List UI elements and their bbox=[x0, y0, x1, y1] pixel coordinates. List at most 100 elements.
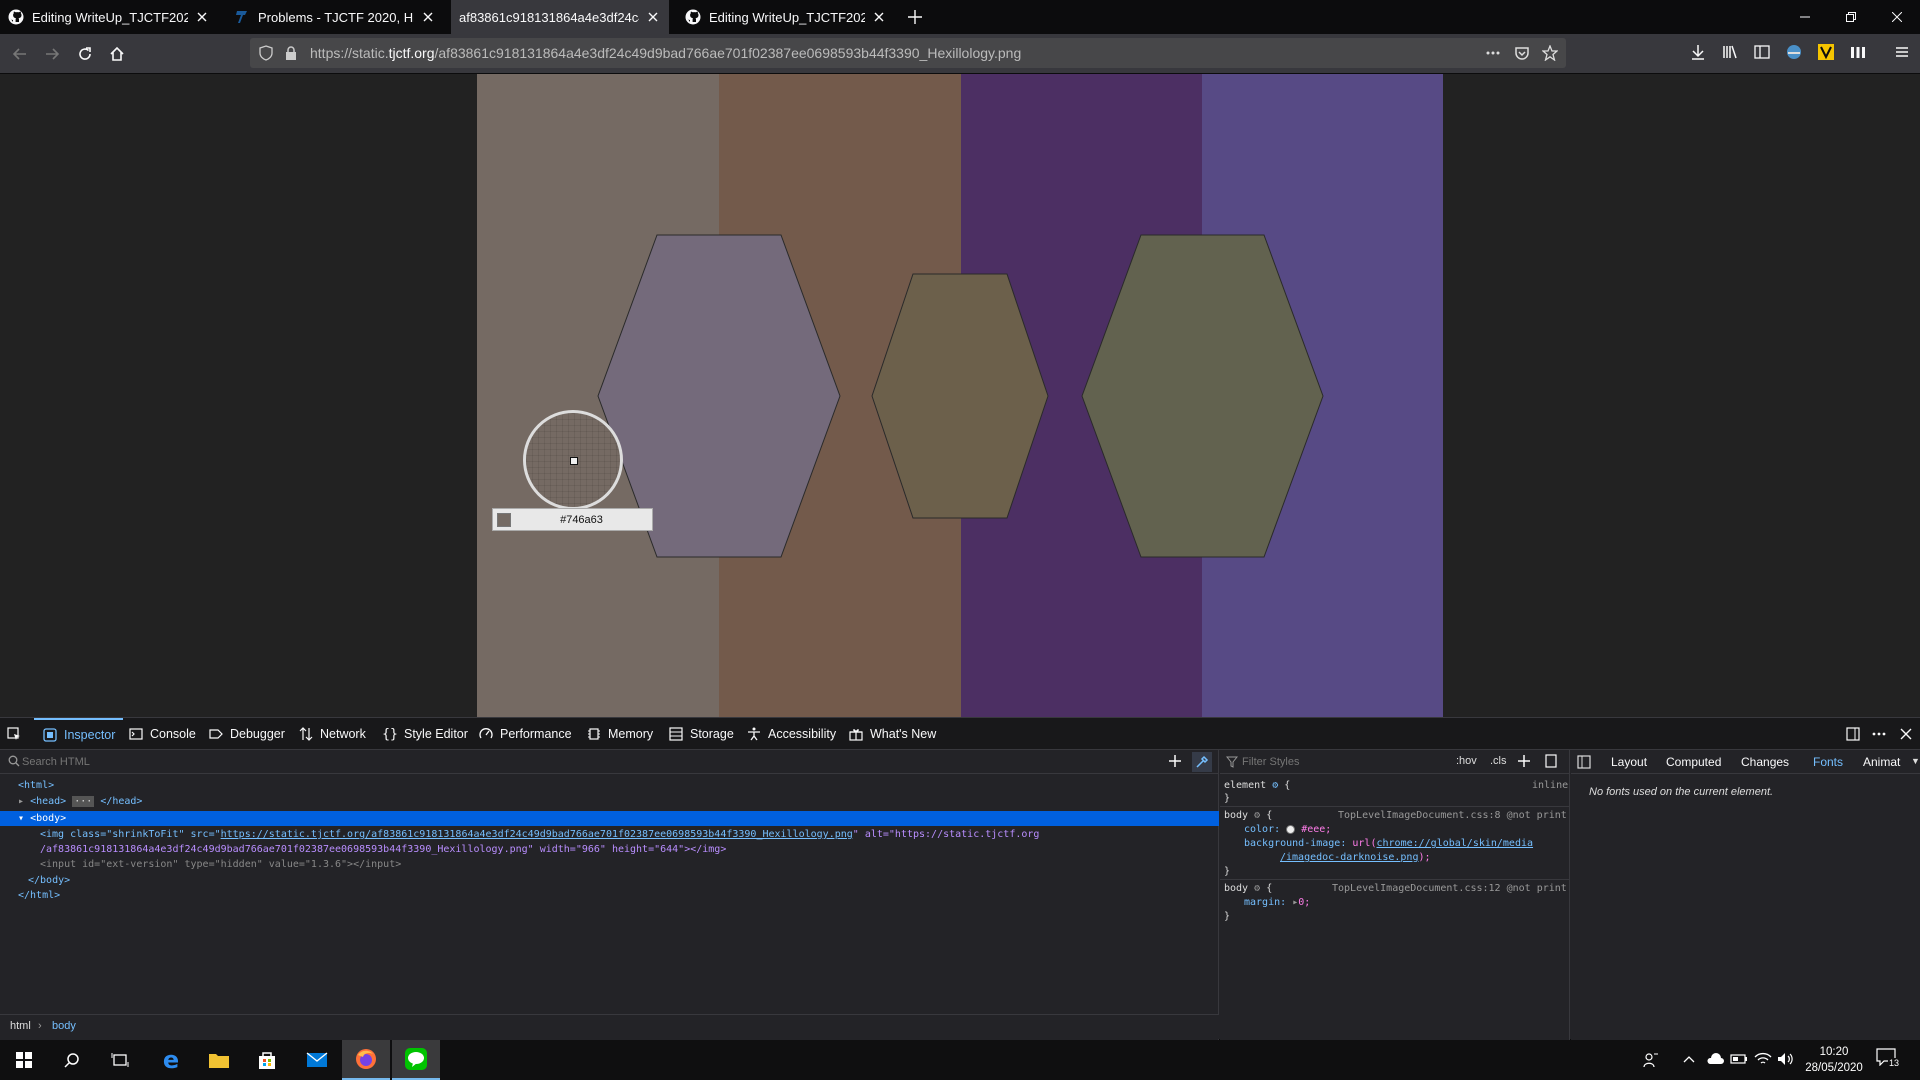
rule-source[interactable]: TopLevelImageDocument.css:8 @not print bbox=[1338, 810, 1567, 821]
hamburger-menu-icon[interactable] bbox=[1894, 44, 1910, 60]
breadcrumb-html[interactable]: html bbox=[10, 1020, 31, 1032]
tab-debugger[interactable]: Debugger bbox=[208, 718, 285, 750]
tab-whats-new[interactable]: What's New bbox=[848, 718, 936, 750]
action-center-button[interactable]: 13 bbox=[1876, 1048, 1902, 1072]
markup-line-img[interactable]: <img class="shrinkToFit" src="https://st… bbox=[40, 829, 1039, 840]
markup-line-input[interactable]: <input id="ext-version" type="hidden" va… bbox=[40, 859, 401, 870]
close-icon[interactable] bbox=[194, 9, 210, 25]
reload-button[interactable] bbox=[71, 40, 99, 68]
onedrive-cloud-icon[interactable] bbox=[1706, 1052, 1724, 1066]
tab-style-editor[interactable]: {} Style Editor bbox=[382, 718, 468, 750]
tab-computed[interactable]: Computed bbox=[1666, 755, 1721, 769]
sidebar-icon[interactable] bbox=[1754, 44, 1770, 60]
rule-body-1[interactable]: body ⚙ { bbox=[1224, 810, 1272, 821]
dock-toggle-icon[interactable] bbox=[1846, 718, 1860, 750]
color-swatch[interactable] bbox=[1286, 824, 1296, 834]
tab-memory[interactable]: Memory bbox=[586, 718, 653, 750]
close-window-button[interactable] bbox=[1874, 0, 1920, 34]
tab-animations[interactable]: Animat bbox=[1863, 755, 1900, 769]
tab-accessibility[interactable]: Accessibility bbox=[746, 718, 836, 750]
start-button[interactable] bbox=[0, 1040, 48, 1080]
chevron-up-icon[interactable] bbox=[1682, 1052, 1696, 1066]
rule-source[interactable]: TopLevelImageDocument.css:12 @not print bbox=[1332, 883, 1567, 894]
tab-image-active[interactable]: af83861c918131864a4e3df24c49d9b bbox=[451, 0, 669, 34]
mail-app[interactable] bbox=[293, 1040, 341, 1080]
url-link[interactable]: chrome://global/skin/media bbox=[1376, 838, 1533, 849]
minimize-button[interactable] bbox=[1782, 0, 1828, 34]
tab-performance[interactable]: Performance bbox=[478, 718, 572, 750]
eyedropper-magnifier[interactable] bbox=[523, 410, 623, 510]
add-node-button[interactable] bbox=[1167, 753, 1183, 769]
markup-line-body-selected[interactable]: ▾ <body> bbox=[0, 811, 1219, 826]
close-icon[interactable] bbox=[871, 9, 887, 25]
page-actions-icon[interactable] bbox=[1485, 45, 1501, 61]
chevron-down-icon[interactable]: ▼ bbox=[1911, 756, 1920, 766]
search-html-input[interactable] bbox=[22, 753, 1122, 771]
store-app[interactable] bbox=[243, 1040, 291, 1080]
task-view-button[interactable] bbox=[96, 1040, 144, 1080]
wifi-icon[interactable] bbox=[1754, 1052, 1772, 1066]
hov-toggle[interactable]: :hov bbox=[1456, 755, 1477, 767]
markup-line-html-end[interactable]: </html> bbox=[18, 890, 60, 901]
downloads-icon[interactable] bbox=[1690, 44, 1706, 60]
back-button[interactable] bbox=[6, 40, 34, 68]
restore-button[interactable] bbox=[1828, 0, 1874, 34]
tab-console[interactable]: Console bbox=[128, 718, 196, 750]
expand-arrow-icon[interactable]: ▸ bbox=[18, 796, 24, 807]
url-text[interactable]: https://static.tjctf.org/af83861c9181318… bbox=[310, 45, 1021, 61]
rule-body-2[interactable]: body ⚙ { bbox=[1224, 883, 1272, 894]
lock-icon[interactable] bbox=[284, 45, 298, 61]
breadcrumb-body[interactable]: body bbox=[52, 1020, 76, 1032]
bookmark-star-icon[interactable] bbox=[1542, 45, 1558, 61]
search-button[interactable] bbox=[48, 1040, 96, 1080]
tab-problems-tjctf[interactable]: Problems - TJCTF 2020, High Sc bbox=[226, 0, 444, 34]
url-link[interactable]: /imagedoc-darknoise.png bbox=[1280, 852, 1418, 863]
decl-color[interactable]: color: #eee; bbox=[1244, 824, 1331, 835]
extension-v-icon[interactable] bbox=[1818, 44, 1834, 60]
markup-line-html[interactable]: <html> bbox=[18, 780, 54, 791]
cls-toggle[interactable]: .cls bbox=[1490, 755, 1507, 767]
tab-fonts[interactable]: Fonts bbox=[1813, 755, 1843, 769]
eyedropper-button[interactable] bbox=[1192, 752, 1212, 772]
line-app[interactable] bbox=[392, 1040, 440, 1080]
tab-layout[interactable]: Layout bbox=[1611, 755, 1647, 769]
markup-img-src-link[interactable]: https://static.tjctf.org/af83861c9181318… bbox=[221, 829, 853, 840]
tab-network[interactable]: Network bbox=[298, 718, 366, 750]
decl-background-cont[interactable]: /imagedoc-darknoise.png); bbox=[1280, 852, 1431, 863]
tab-changes[interactable]: Changes bbox=[1741, 755, 1789, 769]
clock[interactable]: 10:20 28/05/2020 bbox=[1804, 1044, 1864, 1076]
gear-icon[interactable]: ⚙ bbox=[1254, 810, 1260, 821]
library-icon[interactable] bbox=[1722, 44, 1738, 60]
add-rule-button[interactable] bbox=[1517, 754, 1531, 768]
tab-storage[interactable]: Storage bbox=[668, 718, 734, 750]
filter-styles-input[interactable] bbox=[1242, 753, 1442, 771]
tab-inspector[interactable]: Inspector bbox=[34, 718, 124, 750]
extension-bars-icon[interactable] bbox=[1850, 44, 1866, 60]
ellipsis-badge[interactable]: ··· bbox=[72, 796, 95, 807]
forward-button[interactable] bbox=[38, 40, 66, 68]
new-tab-button[interactable] bbox=[895, 0, 935, 34]
tab-editing-writeup-2[interactable]: Editing WriteUp_TJCTF2020_05 bbox=[677, 0, 895, 34]
tab-editing-writeup-1[interactable]: Editing WriteUp_TJCTF2020_05 bbox=[0, 0, 218, 34]
collapse-arrow-icon[interactable]: ▾ bbox=[18, 813, 24, 824]
decl-margin[interactable]: margin: ▸0; bbox=[1244, 897, 1310, 908]
shield-icon[interactable] bbox=[258, 45, 274, 61]
people-icon[interactable] bbox=[1643, 1052, 1659, 1068]
pick-element-button[interactable] bbox=[6, 718, 28, 750]
decl-background[interactable]: background-image: url(chrome://global/sk… bbox=[1244, 838, 1533, 849]
pocket-icon[interactable] bbox=[1514, 45, 1530, 61]
toggle-pane-icon[interactable] bbox=[1577, 755, 1591, 769]
firefox-app[interactable] bbox=[342, 1040, 390, 1080]
markup-line-img-cont[interactable]: /af83861c918131864a4e3df24c49d9bad766ae7… bbox=[40, 844, 726, 855]
home-button[interactable] bbox=[103, 40, 131, 68]
close-icon[interactable] bbox=[645, 9, 661, 25]
markup-line-body-end[interactable]: </body> bbox=[28, 875, 70, 886]
account-icon[interactable] bbox=[1786, 44, 1802, 60]
gear-icon[interactable]: ⚙ bbox=[1254, 883, 1260, 894]
close-devtools-icon[interactable] bbox=[1900, 718, 1912, 750]
volume-icon[interactable] bbox=[1777, 1052, 1795, 1066]
rule-element[interactable]: element ⚙ { bbox=[1224, 780, 1290, 791]
edge-app[interactable]: e bbox=[147, 1040, 195, 1080]
devtools-menu-icon[interactable] bbox=[1872, 718, 1886, 750]
battery-icon[interactable] bbox=[1730, 1052, 1748, 1066]
